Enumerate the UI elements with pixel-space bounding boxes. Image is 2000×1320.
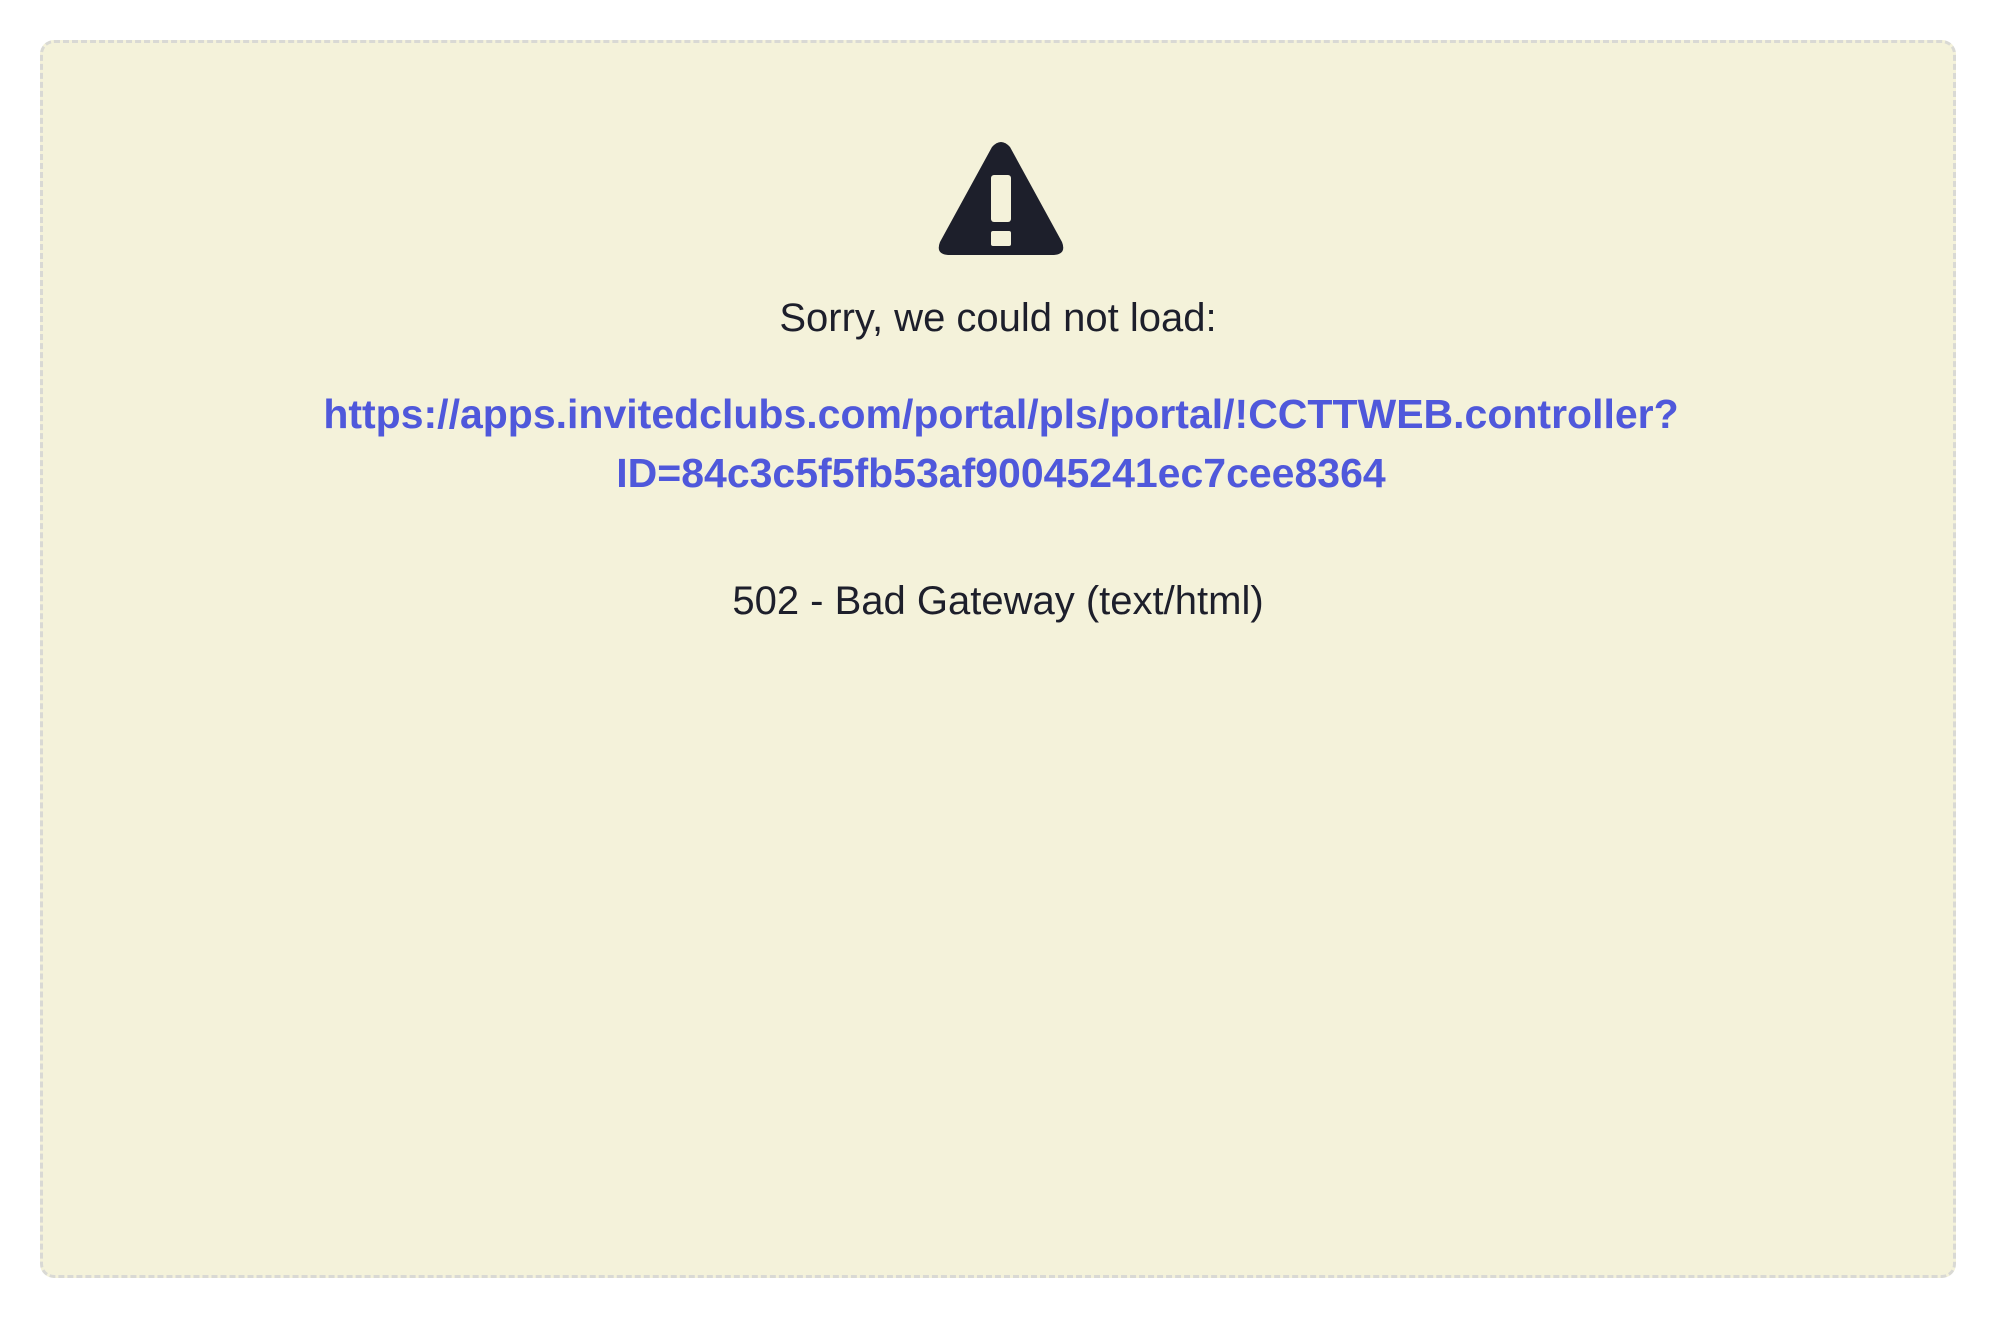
error-panel: Sorry, we could not load: https://apps.i… [40, 40, 1956, 1278]
failed-url-link[interactable]: https://apps.invitedclubs.com/portal/pls… [303, 385, 1699, 503]
error-status: 502 - Bad Gateway (text/html) [732, 579, 1264, 623]
error-message: Sorry, we could not load: [779, 296, 1217, 340]
failed-url-line-2: ID=84c3c5f5fb53af90045241ec7cee8364 [616, 450, 1386, 496]
failed-url-line-1: https://apps.invitedclubs.com/portal/pls… [323, 391, 1679, 437]
warning-triangle-icon [936, 139, 1066, 259]
